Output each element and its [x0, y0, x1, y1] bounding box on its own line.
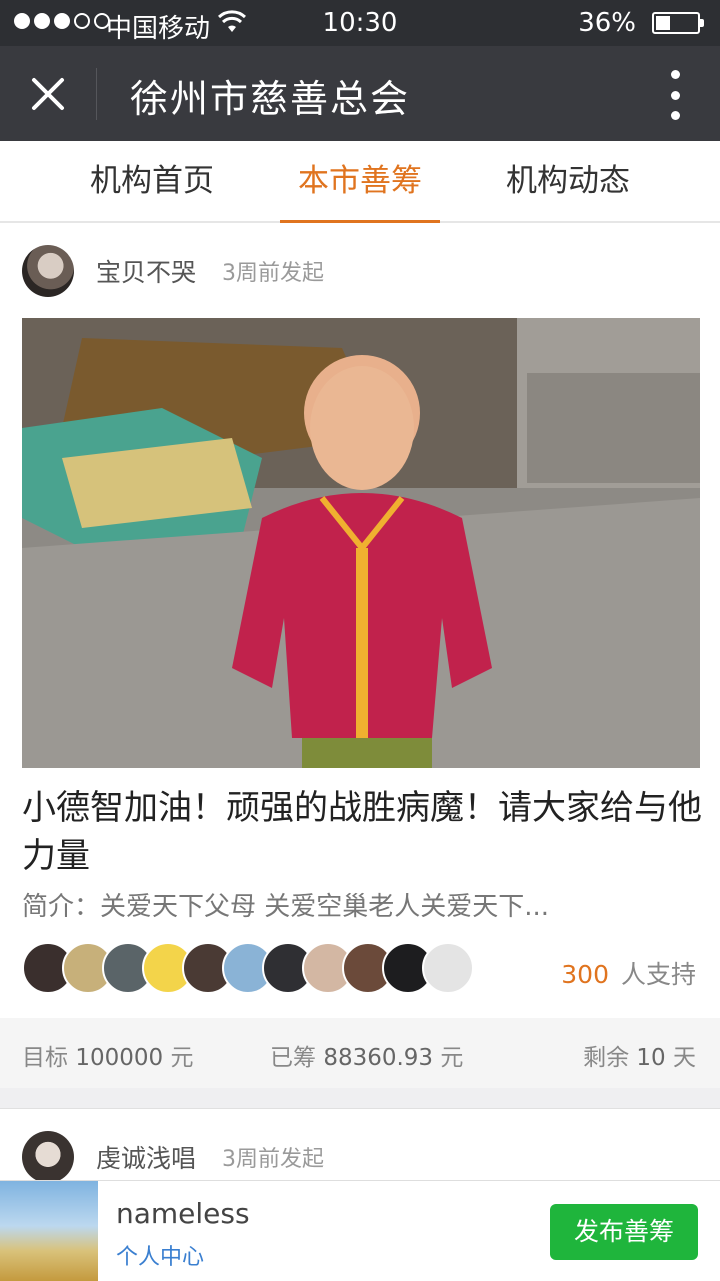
publish-fundraising-button[interactable]: 发布善筹 [550, 1204, 698, 1260]
card-separator [0, 1088, 720, 1109]
card-author-row: 宝贝不哭 3周前发起 [22, 244, 324, 298]
more-options-icon[interactable] [668, 70, 682, 120]
user-profile-photo[interactable] [0, 1181, 98, 1281]
target-amount: 目标 100000 元 [22, 1045, 194, 1071]
user-name: nameless [116, 1197, 250, 1230]
tab-org-home[interactable]: 机构首页 [64, 141, 240, 221]
battery-percent: 36% [578, 8, 636, 38]
author-name[interactable]: 虔诚浅唱 [96, 1139, 196, 1175]
battery-icon [652, 12, 704, 34]
supporter-label: 人支持 [620, 960, 696, 989]
campaign-photo[interactable] [22, 318, 700, 768]
status-bar: 中国移动 10:30 36% [0, 0, 720, 46]
post-time: 3周前发起 [222, 261, 325, 286]
supporter-avatar [422, 942, 474, 994]
tab-city-fundraising[interactable]: 本市善筹 [280, 141, 440, 223]
raised-amount: 已筹 88360.93 元 [270, 1045, 464, 1071]
post-time: 3周前发起 [222, 1147, 325, 1172]
page-title: 徐州市慈善总会 [130, 77, 411, 121]
campaign-stats: 目标 100000 元 已筹 88360.93 元 剩余 10 天 [0, 1018, 720, 1089]
author-name[interactable]: 宝贝不哭 [96, 253, 196, 289]
profile-link[interactable]: 个人中心 [116, 1239, 204, 1271]
card-author-row: 虔诚浅唱 3周前发起 [22, 1130, 324, 1184]
days-remaining: 剩余 10 天 [583, 1045, 696, 1071]
supporter-number: 300 [561, 960, 609, 989]
tab-bar: 机构首页 本市善筹 机构动态 [0, 141, 720, 223]
bottom-user-bar: nameless 个人中心 发布善筹 [0, 1180, 720, 1281]
avatar[interactable] [22, 245, 74, 297]
campaign-title[interactable]: 小德智加油！顽强的战胜病魔！请大家给与他力量 [22, 784, 712, 880]
supporter-avatars[interactable] [22, 942, 474, 994]
supporter-count: 300 人支持 [561, 955, 696, 991]
close-icon[interactable] [28, 74, 68, 114]
campaign-description: 简介：关爱天下父母 关爱空巢老人关爱天下... [22, 892, 550, 922]
title-divider [96, 68, 97, 120]
avatar[interactable] [22, 1131, 74, 1183]
title-bar: 徐州市慈善总会 [0, 46, 720, 141]
tab-org-news[interactable]: 机构动态 [480, 141, 656, 221]
